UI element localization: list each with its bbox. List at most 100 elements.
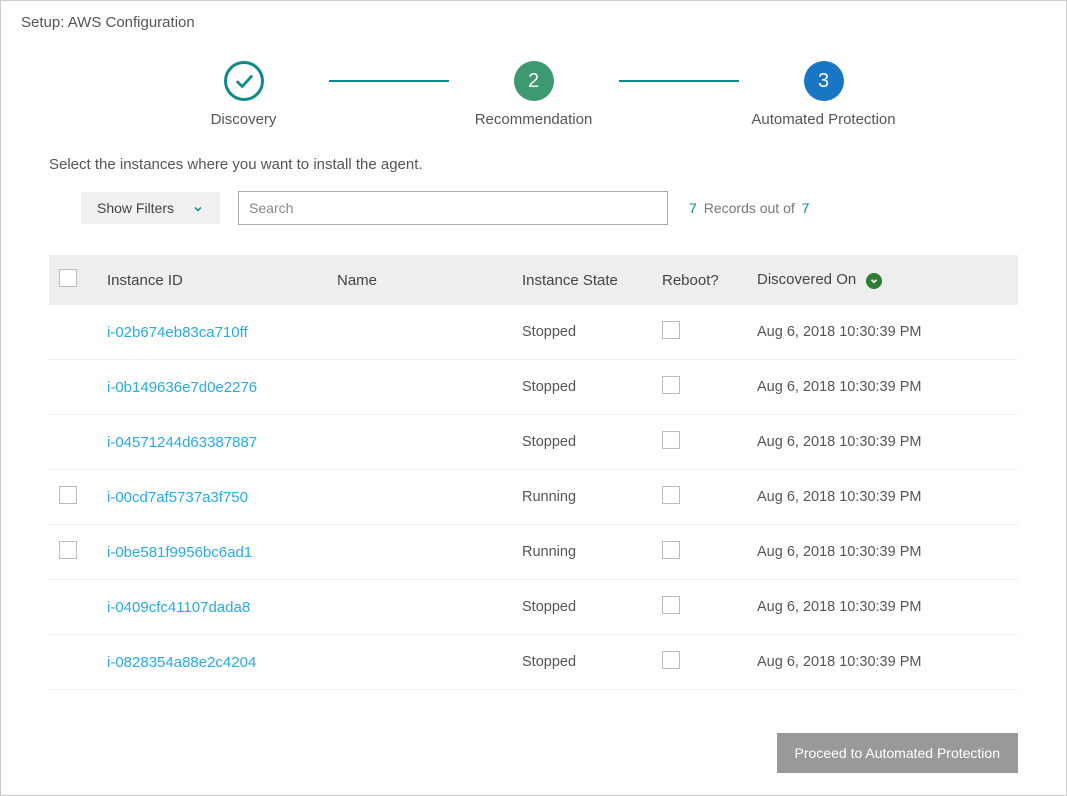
row-select-cell <box>49 525 97 580</box>
show-filters-label: Show Filters <box>97 200 174 216</box>
table-row: i-0be581f9956bc6ad1 Running Aug 6, 2018 … <box>49 525 1018 580</box>
reboot-cell <box>652 635 747 690</box>
step-automated-protection[interactable]: 3 Automated Protection <box>739 61 909 128</box>
instance-id-link[interactable]: i-0828354a88e2c4204 <box>107 654 256 671</box>
col-name[interactable]: Name <box>327 255 512 305</box>
page-title: Setup: AWS Configuration <box>1 1 1066 41</box>
name-cell <box>327 635 512 690</box>
col-instance-state[interactable]: Instance State <box>512 255 652 305</box>
count-shown: 7 <box>689 200 697 216</box>
step-discovery[interactable]: Discovery <box>159 61 329 128</box>
discovered-cell: Aug 6, 2018 10:30:39 PM <box>747 635 1018 690</box>
step-recommendation[interactable]: 2 Recommendation <box>449 61 619 128</box>
instance-id-cell: i-04571244d63387887 <box>97 415 327 470</box>
reboot-checkbox[interactable] <box>662 596 680 614</box>
state-cell: Stopped <box>512 415 652 470</box>
row-select-cell <box>49 580 97 635</box>
step-number-icon: 2 <box>514 61 554 101</box>
name-cell <box>327 580 512 635</box>
instance-id-link[interactable]: i-04571244d63387887 <box>107 434 257 451</box>
sort-desc-icon <box>866 273 882 289</box>
reboot-cell <box>652 525 747 580</box>
row-select-checkbox[interactable] <box>59 486 77 504</box>
reboot-cell <box>652 470 747 525</box>
name-cell <box>327 415 512 470</box>
instance-id-link[interactable]: i-02b674eb83ca710ff <box>107 324 248 341</box>
discovered-cell: Aug 6, 2018 10:30:39 PM <box>747 305 1018 360</box>
name-cell <box>327 470 512 525</box>
toolbar: Show Filters 7 Records out of 7 <box>1 191 1066 225</box>
reboot-cell <box>652 415 747 470</box>
discovered-cell: Aug 6, 2018 10:30:39 PM <box>747 525 1018 580</box>
count-total: 7 <box>802 200 810 216</box>
instructions-text: Select the instances where you want to i… <box>1 156 1066 173</box>
reboot-cell <box>652 305 747 360</box>
instances-table: Instance ID Name Instance State Reboot? … <box>49 255 1018 690</box>
step-label: Recommendation <box>475 111 593 128</box>
table-row: i-0b149636e7d0e2276 Stopped Aug 6, 2018 … <box>49 360 1018 415</box>
discovered-cell: Aug 6, 2018 10:30:39 PM <box>747 360 1018 415</box>
row-select-cell <box>49 635 97 690</box>
select-all-header <box>49 255 97 305</box>
state-cell: Stopped <box>512 580 652 635</box>
table-row: i-0409cfc41107dada8 Stopped Aug 6, 2018 … <box>49 580 1018 635</box>
discovered-cell: Aug 6, 2018 10:30:39 PM <box>747 580 1018 635</box>
instance-id-link[interactable]: i-0409cfc41107dada8 <box>107 599 250 616</box>
instance-id-link[interactable]: i-00cd7af5737a3f750 <box>107 489 248 506</box>
col-reboot[interactable]: Reboot? <box>652 255 747 305</box>
instance-id-link[interactable]: i-0b149636e7d0e2276 <box>107 379 257 396</box>
discovered-cell: Aug 6, 2018 10:30:39 PM <box>747 415 1018 470</box>
name-cell <box>327 360 512 415</box>
name-cell <box>327 525 512 580</box>
instance-id-cell: i-02b674eb83ca710ff <box>97 305 327 360</box>
step-connector <box>619 80 739 82</box>
table-row: i-0828354a88e2c4204 Stopped Aug 6, 2018 … <box>49 635 1018 690</box>
instance-id-cell: i-0be581f9956bc6ad1 <box>97 525 327 580</box>
proceed-button[interactable]: Proceed to Automated Protection <box>777 733 1018 773</box>
row-select-cell <box>49 360 97 415</box>
discovered-cell: Aug 6, 2018 10:30:39 PM <box>747 470 1018 525</box>
reboot-checkbox[interactable] <box>662 541 680 559</box>
table-row: i-04571244d63387887 Stopped Aug 6, 2018 … <box>49 415 1018 470</box>
table-row: i-02b674eb83ca710ff Stopped Aug 6, 2018 … <box>49 305 1018 360</box>
table-row: i-00cd7af5737a3f750 Running Aug 6, 2018 … <box>49 470 1018 525</box>
select-all-checkbox[interactable] <box>59 269 77 287</box>
instance-id-cell: i-0828354a88e2c4204 <box>97 635 327 690</box>
row-select-cell <box>49 415 97 470</box>
stepper: Discovery 2 Recommendation 3 Automated P… <box>1 61 1066 128</box>
record-count: 7 Records out of 7 <box>686 200 812 216</box>
reboot-cell <box>652 360 747 415</box>
row-select-checkbox[interactable] <box>59 541 77 559</box>
instance-id-cell: i-00cd7af5737a3f750 <box>97 470 327 525</box>
footer: Proceed to Automated Protection <box>777 733 1018 773</box>
reboot-cell <box>652 580 747 635</box>
col-instance-id[interactable]: Instance ID <box>97 255 327 305</box>
col-discovered-label: Discovered On <box>757 271 856 288</box>
state-cell: Stopped <box>512 635 652 690</box>
count-label: Records out of <box>704 200 795 216</box>
instance-id-cell: i-0409cfc41107dada8 <box>97 580 327 635</box>
state-cell: Stopped <box>512 305 652 360</box>
state-cell: Running <box>512 470 652 525</box>
step-label: Automated Protection <box>751 111 895 128</box>
chevron-down-icon <box>192 202 204 214</box>
reboot-checkbox[interactable] <box>662 651 680 669</box>
table-header-row: Instance ID Name Instance State Reboot? … <box>49 255 1018 305</box>
state-cell: Stopped <box>512 360 652 415</box>
step-number-icon: 3 <box>804 61 844 101</box>
state-cell: Running <box>512 525 652 580</box>
reboot-checkbox[interactable] <box>662 321 680 339</box>
reboot-checkbox[interactable] <box>662 376 680 394</box>
reboot-checkbox[interactable] <box>662 431 680 449</box>
checkmark-icon <box>224 61 264 101</box>
reboot-checkbox[interactable] <box>662 486 680 504</box>
step-label: Discovery <box>211 111 277 128</box>
step-connector <box>329 80 449 82</box>
col-discovered-on[interactable]: Discovered On <box>747 255 1018 305</box>
name-cell <box>327 305 512 360</box>
instance-id-link[interactable]: i-0be581f9956bc6ad1 <box>107 544 252 561</box>
show-filters-button[interactable]: Show Filters <box>81 192 220 224</box>
instance-id-cell: i-0b149636e7d0e2276 <box>97 360 327 415</box>
search-input[interactable] <box>238 191 668 225</box>
row-select-cell <box>49 305 97 360</box>
